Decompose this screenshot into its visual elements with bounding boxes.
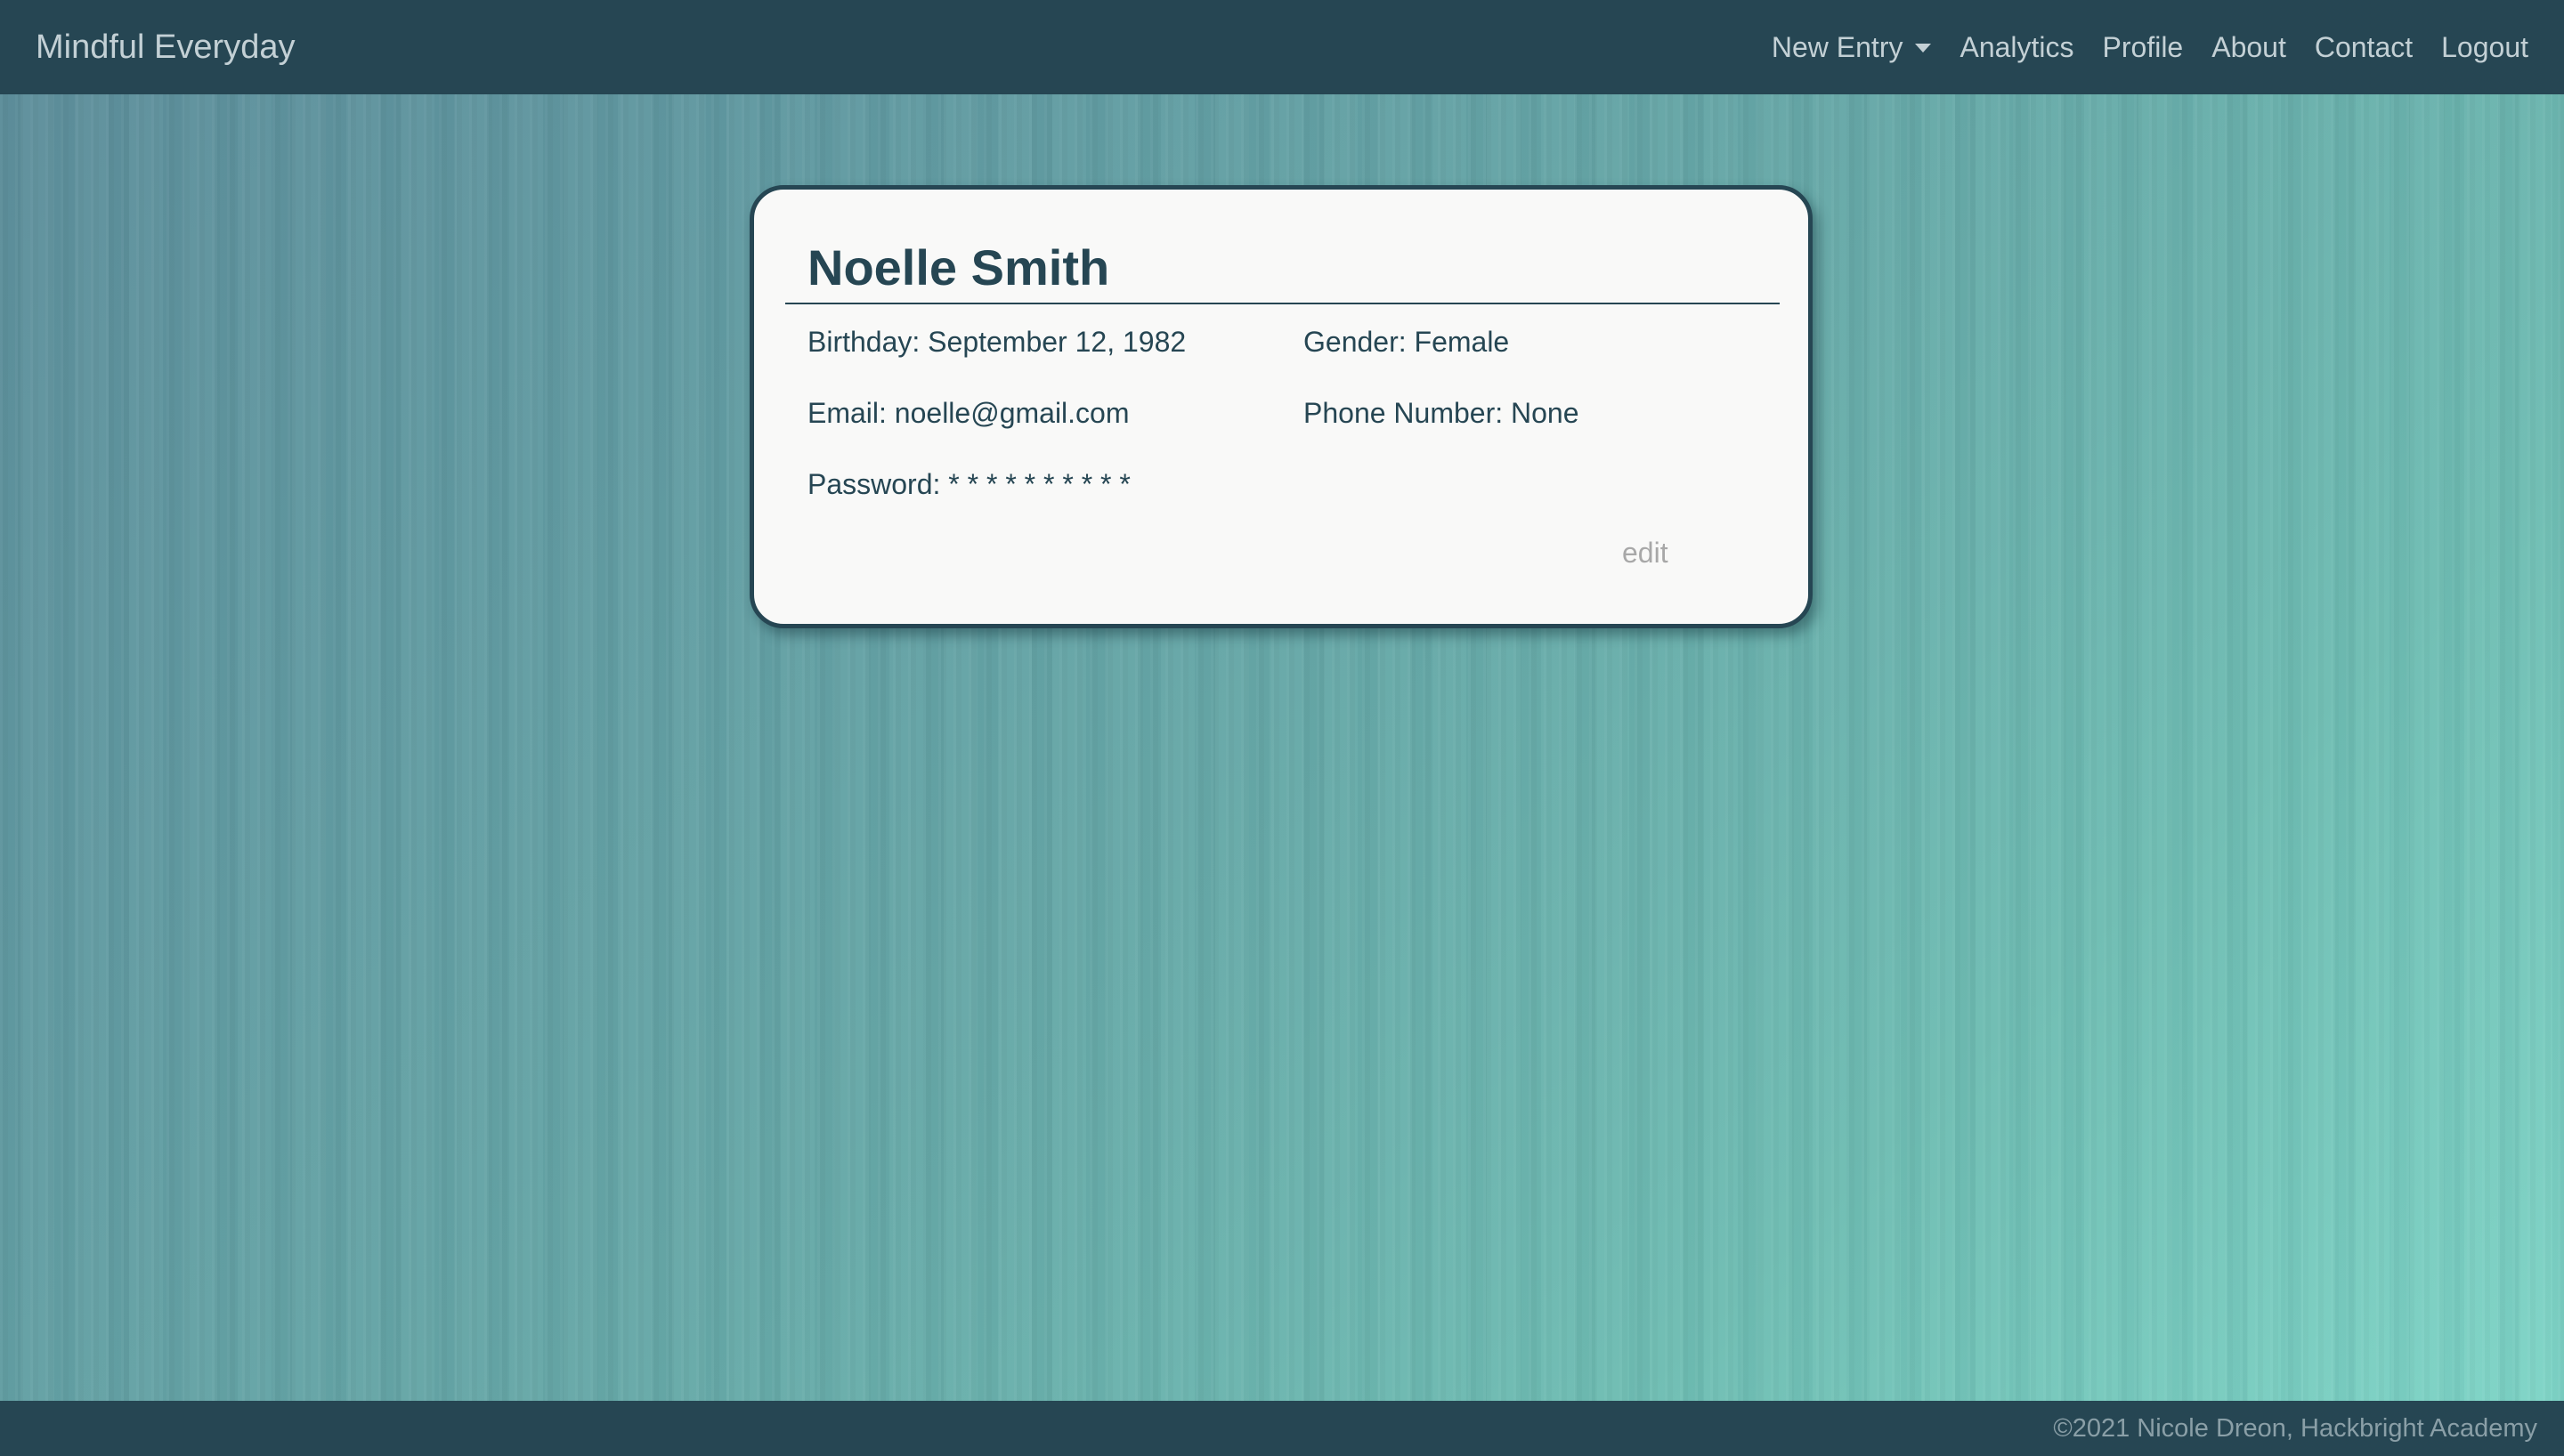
- email-field: Email: noelle@gmail.com: [807, 397, 1130, 429]
- nav-profile[interactable]: Profile: [2103, 31, 2184, 64]
- nav-new-entry-label: New Entry: [1771, 30, 1903, 63]
- nav-logout[interactable]: Logout: [2441, 31, 2528, 64]
- edit-button[interactable]: edit: [1622, 537, 1668, 570]
- nav-analytics[interactable]: Analytics: [1960, 31, 2073, 64]
- gender-field: Gender: Female: [1303, 326, 1510, 358]
- profile-name: Noelle Smith: [807, 239, 1110, 295]
- footer: ©2021 Nicole Dreon, Hackbright Academy: [0, 1401, 2564, 1456]
- phone-field: Phone Number: None: [1303, 397, 1579, 429]
- nav-new-entry-dropdown[interactable]: New Entry: [1772, 31, 1932, 64]
- brand-link[interactable]: Mindful Everyday: [36, 28, 295, 67]
- nav-about[interactable]: About: [2211, 31, 2286, 64]
- title-divider: [785, 303, 1780, 304]
- birthday-field: Birthday: September 12, 1982: [807, 326, 1187, 358]
- footer-copyright: ©2021 Nicole Dreon, Hackbright Academy: [2053, 1413, 2537, 1443]
- nav-links: New Entry Analytics Profile About Contac…: [1743, 31, 2528, 64]
- navbar: Mindful Everyday New Entry Analytics Pro…: [0, 0, 2564, 94]
- caret-down-icon: [1915, 44, 1932, 53]
- password-field: Password: * * * * * * * * * *: [807, 468, 1131, 500]
- profile-card: Noelle Smith Birthday: September 12, 198…: [750, 185, 1813, 628]
- nav-contact[interactable]: Contact: [2315, 31, 2413, 64]
